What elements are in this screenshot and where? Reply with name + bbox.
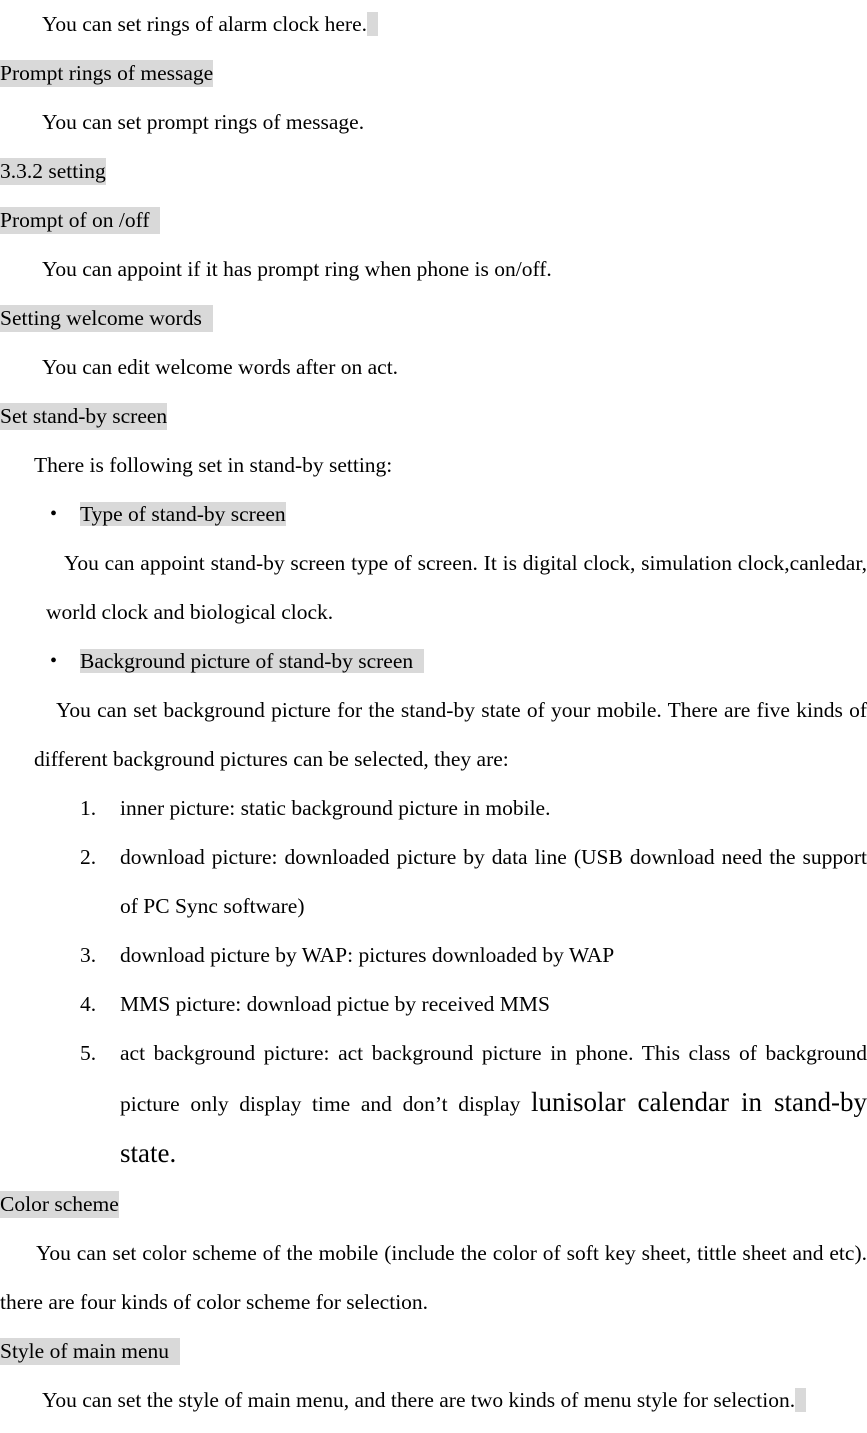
heading-language: Language [0, 1425, 867, 1433]
paragraph-stand-by-screen-type: You can appoint stand-by screen type of … [46, 551, 867, 624]
numbered-list-item-marker: 3. [80, 943, 97, 967]
heading-set-stand-by-screen-label: Set stand-by screen [0, 403, 168, 430]
paragraph-prompt-rings: You can set prompt rings of message. [42, 110, 365, 134]
bullet-item-background-picture-label: Background picture of stand-by screen [80, 649, 424, 673]
heading-prompt-rings-of-message-label: Prompt rings of message [0, 60, 214, 87]
heading-prompt-rings-of-message: Prompt rings of message [0, 49, 867, 98]
heading-section-3-3-2-label: 3.3.2 setting [0, 158, 106, 185]
heading-setting-welcome-words: Setting welcome words [0, 294, 867, 343]
bullet-dot-icon: • [50, 650, 58, 672]
numbered-list-item-text: inner picture: static background picture… [120, 796, 551, 820]
paragraph-background-picture-intro: You can set background picture for the s… [34, 698, 867, 771]
heading-color-scheme-label: Color scheme [0, 1191, 119, 1218]
numbered-list-item: 2. download picture: downloaded picture b… [0, 833, 867, 931]
heading-color-scheme: Color scheme [0, 1180, 867, 1229]
heading-prompt-of-on-off-label: Prompt of on /off [0, 207, 161, 234]
document-page: You can set rings of alarm clock here. P… [0, 0, 867, 1433]
paragraph-alarm-intro: You can set rings of alarm clock here. [0, 0, 867, 49]
numbered-list-item-marker: 2. [80, 845, 97, 869]
numbered-list-item-text: download picture by WAP: pictures downlo… [120, 943, 615, 967]
numbered-list-item-marker: 1. [80, 796, 97, 820]
numbered-list-item: 4. MMS picture: download pictue by receiv… [0, 980, 867, 1029]
paragraph-style-of-main-menu-text: You can set the style of main menu, and … [42, 1388, 796, 1412]
heading-set-stand-by-screen: Set stand-by screen [0, 392, 867, 441]
paragraph-standby-intro: There is following set in stand-by setti… [34, 453, 393, 477]
trailing-highlight-mark [795, 1388, 806, 1412]
heading-section-3-3-2: 3.3.2 setting [0, 147, 867, 196]
bullet-item-background-picture-of-stand-by-screen: • Background picture of stand-by screen [0, 637, 867, 686]
paragraph-welcome-words: You can edit welcome words after on act. [42, 355, 399, 379]
heading-setting-welcome-words-label: Setting welcome words [0, 305, 213, 332]
numbered-list-item: 5. act background picture: act background… [0, 1029, 867, 1180]
numbered-list-item-text: download picture: downloaded picture by … [120, 845, 867, 918]
bullet-item-type-of-stand-by-screen: • Type of stand-by screen [0, 490, 867, 539]
numbered-list-item-text: MMS picture: download pictue by received… [120, 992, 550, 1016]
paragraph-prompt-on-off: You can appoint if it has prompt ring wh… [42, 257, 552, 281]
numbered-list-item: 1. inner picture: static background pictu… [0, 784, 867, 833]
numbered-list-item-marker: 5. [80, 1041, 97, 1065]
bullet-dot-icon: • [50, 503, 58, 525]
heading-style-of-main-menu-label: Style of main menu [0, 1338, 180, 1365]
bullet-item-type-of-stand-by-screen-label: Type of stand-by screen [80, 502, 286, 526]
paragraph-style-of-main-menu: You can set the style of main menu, and … [0, 1376, 867, 1425]
paragraph-alarm-intro-text: You can set rings of alarm clock here. [42, 12, 367, 36]
heading-prompt-of-on-off: Prompt of on /off [0, 196, 867, 245]
numbered-list-item-marker: 4. [80, 992, 97, 1016]
heading-style-of-main-menu: Style of main menu [0, 1327, 867, 1376]
paragraph-color-scheme: You can set color scheme of the mobile (… [0, 1241, 867, 1314]
trailing-highlight-mark [367, 12, 378, 36]
numbered-list-item: 3. download picture by WAP: pictures down… [0, 931, 867, 980]
